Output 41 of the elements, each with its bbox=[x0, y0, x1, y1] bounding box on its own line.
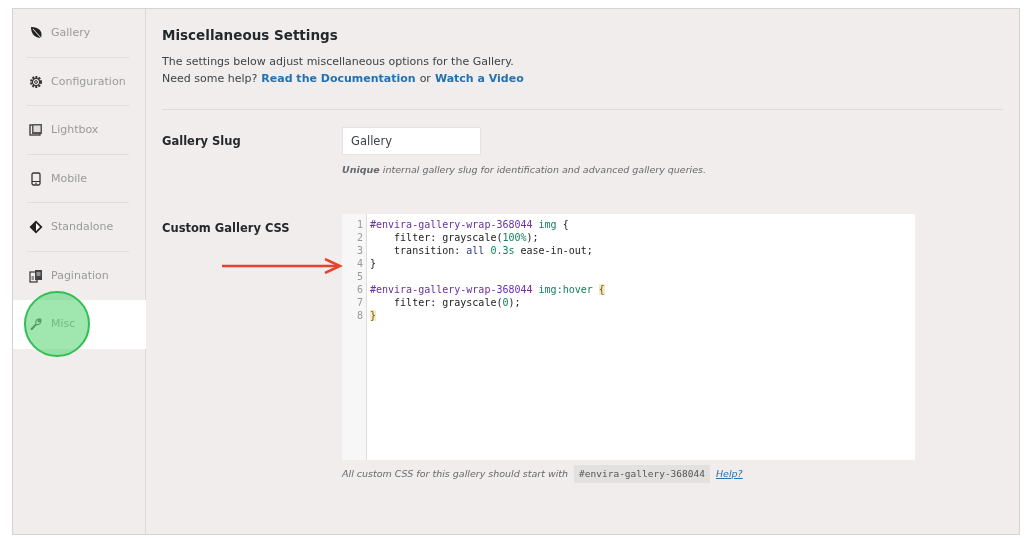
code-line: #envira-gallery-wrap-368044 img:hover { bbox=[369, 282, 605, 296]
code-snippet: #envira-gallery-368044 bbox=[574, 464, 710, 483]
wrench-icon bbox=[29, 317, 43, 332]
code-line: #envira-gallery-wrap-368044 img { bbox=[369, 217, 570, 231]
video-link[interactable]: Watch a Video bbox=[434, 70, 524, 88]
pages-icon bbox=[29, 268, 43, 283]
code-line: transition: all 0.3s ease-in-out; bbox=[393, 243, 594, 257]
sidebar-item[interactable]: Lightbox bbox=[13, 106, 145, 155]
diamond-icon bbox=[29, 220, 43, 235]
sidebar-item[interactable]: Standalone bbox=[13, 203, 145, 252]
line-number: 1 bbox=[355, 217, 364, 231]
line-number: 3 bbox=[355, 243, 364, 257]
code-line: } bbox=[369, 256, 378, 270]
section-title: Miscellaneous Settings bbox=[162, 26, 339, 45]
code-line: filter: grayscale(0); bbox=[393, 295, 522, 309]
sidebar-item[interactable]: Mobile bbox=[13, 154, 145, 203]
line-number: 7 bbox=[355, 295, 364, 309]
sidebar-item[interactable]: Pagination bbox=[13, 251, 145, 300]
code-editor[interactable]: 1 2 3 4 5 6 7 8 #envira-gallery-wrap-368044 img { filter: grayscale(100%); transition: all 0.3s ease-in-out; } #envira-gallery-wrap-368044 img:hover { filter: grayscale(0); } bbox=[342, 213, 915, 460]
description-text: The settings below adjust miscellaneous options for the Gallery. bbox=[162, 54, 515, 71]
documentation-link[interactable]: Read the Documentation bbox=[261, 70, 416, 88]
sidebar-item[interactable]: Gallery bbox=[13, 9, 145, 58]
leaf-icon bbox=[29, 26, 43, 41]
gear-icon bbox=[29, 74, 43, 89]
line-number: 5 bbox=[355, 269, 364, 283]
line-number: 6 bbox=[355, 282, 364, 296]
hint-text: Unique internal gallery slug for identification and advanced gallery queries. bbox=[342, 163, 707, 178]
field-label: Custom Gallery CSS bbox=[162, 219, 291, 237]
sidebar-item[interactable]: Configuration bbox=[13, 57, 145, 106]
help-link[interactable]: Help? bbox=[715, 466, 743, 481]
footer-text: All custom CSS for this gallery should start with bbox=[342, 466, 569, 481]
window-icon bbox=[29, 123, 43, 138]
phone-icon bbox=[29, 171, 43, 186]
line-number: 8 bbox=[355, 308, 364, 322]
text-field[interactable]: Gallery bbox=[342, 127, 481, 156]
line-number: 4 bbox=[355, 256, 364, 270]
line-number: 2 bbox=[355, 230, 364, 244]
field-label: Gallery Slug bbox=[162, 133, 242, 151]
connector-text: or bbox=[419, 71, 431, 88]
help-text: Need some help? bbox=[162, 71, 258, 88]
code-line: filter: grayscale(100%); bbox=[393, 230, 540, 244]
